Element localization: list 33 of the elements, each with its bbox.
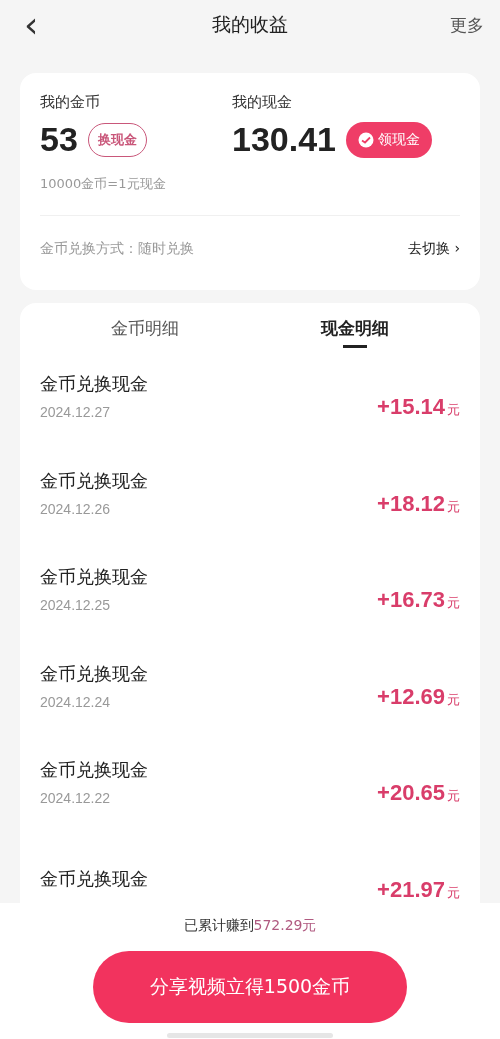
coins-label: 我的金币 [40,93,101,112]
record-date: 2024.12.26 [40,500,112,517]
record-amount: +16.73 元 [377,587,460,614]
exchange-rate: 10000金币=1元现金 [40,175,167,193]
record-amount: +15.14元 [377,394,460,421]
record-title: 金币兑换现金 [40,565,148,590]
record-date: 2024.12.25 [40,597,112,614]
record-amount: +18.12 元 [377,490,460,517]
check-icon [358,131,374,148]
total-earned: 已累计赚到572.29元 [183,917,317,935]
record-title: 金币兑换现金 [40,758,148,783]
tab[interactable]: 金币明细 [40,308,250,348]
cash-label: 我的现金 [232,93,293,112]
exchange-method: 金币兑换方式：随时兑换 [40,240,194,258]
record-amount: +12.69 元 [377,683,460,710]
back-icon[interactable]: ‹ [24,7,39,43]
record-amount: +21.97 元 [377,876,460,903]
share-button[interactable]: 分享视频立得1500金币 [93,951,407,1023]
record-title: 金币兑换现金 [40,468,148,493]
withdraw-button[interactable]: 领现金 [346,121,432,158]
record-amount: +20.65元 [377,780,460,807]
more-link[interactable]: 更多 [450,13,484,37]
exchange-button[interactable]: 换现金 [87,122,147,157]
coins-value: 53 [40,120,78,159]
record-title: 金币兑换现金 [40,866,148,891]
switch-link[interactable]: 去切换 › [407,240,460,258]
record-title: 金币兑换现金 [40,661,148,686]
record-date: 2024.12.24 [40,693,112,710]
cash-value: 130.41 [232,120,336,159]
page-title: 我的收益 [212,12,288,37]
record-date: 2024.12.27 [40,404,112,421]
record-title: 金币兑换现金 [40,372,148,397]
record-date: 2024.12.22 [40,790,112,807]
